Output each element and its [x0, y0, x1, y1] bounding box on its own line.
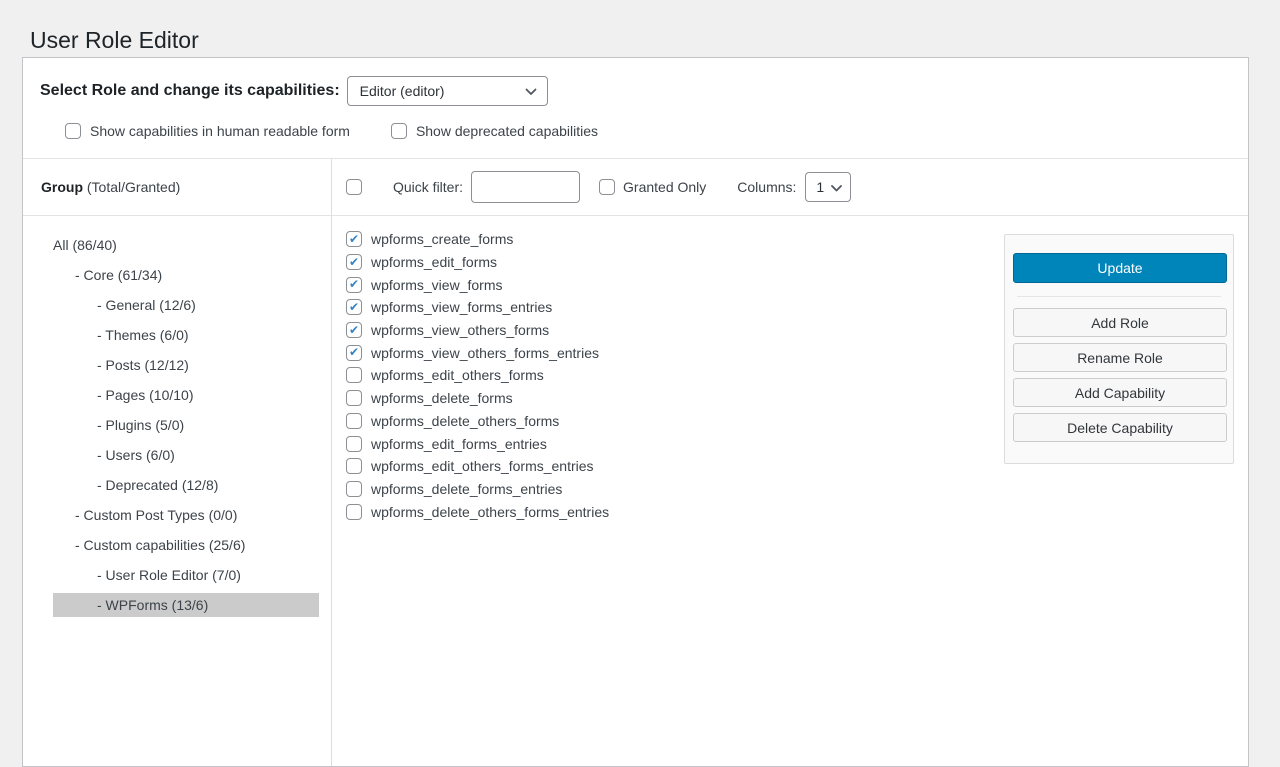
columns-label: Columns:	[737, 179, 796, 195]
select-all-checkbox[interactable]	[346, 179, 362, 195]
capability-label: wpforms_view_others_forms	[371, 322, 549, 338]
update-button[interactable]: Update	[1013, 253, 1227, 283]
quick-filter-input[interactable]	[471, 171, 580, 203]
group-item[interactable]: - Pages (10/10)	[23, 380, 331, 410]
capability-checkbox[interactable]	[346, 390, 362, 406]
group-item[interactable]: - Posts (12/12)	[23, 350, 331, 380]
page-title: User Role Editor	[30, 26, 199, 56]
capability-row: wpforms_delete_others_forms_entries	[346, 500, 1248, 523]
group-item[interactable]: - WPForms (13/6)	[53, 593, 319, 617]
capability-label: wpforms_create_forms	[371, 231, 513, 247]
group-item[interactable]: - Custom Post Types (0/0)	[23, 500, 331, 530]
human-readable-checkbox[interactable]	[65, 123, 81, 139]
capability-label: wpforms_delete_forms	[371, 390, 513, 406]
add-capability-button[interactable]: Add Capability	[1013, 378, 1227, 407]
group-item[interactable]: - Themes (6/0)	[23, 320, 331, 350]
capability-label: wpforms_edit_forms_entries	[371, 436, 547, 452]
header-row: Group (Total/Granted) Quick filter: Gran…	[23, 159, 1248, 216]
group-item[interactable]: All (86/40)	[23, 230, 331, 260]
chevron-down-icon	[525, 83, 537, 99]
capability-label: wpforms_view_others_forms_entries	[371, 345, 599, 361]
columns-select[interactable]: 1	[805, 172, 851, 202]
group-item[interactable]: - General (12/6)	[23, 290, 331, 320]
human-readable-label: Show capabilities in human readable form	[90, 123, 350, 139]
rename-role-button[interactable]: Rename Role	[1013, 343, 1227, 372]
capability-checkbox[interactable]	[346, 322, 362, 338]
capability-label: wpforms_delete_others_forms	[371, 413, 559, 429]
capability-checkbox[interactable]	[346, 277, 362, 293]
capability-label: wpforms_edit_others_forms_entries	[371, 458, 594, 474]
actions-divider	[1017, 296, 1221, 297]
capability-checkbox[interactable]	[346, 458, 362, 474]
delete-capability-button[interactable]: Delete Capability	[1013, 413, 1227, 442]
capability-checkbox[interactable]	[346, 413, 362, 429]
user-role-editor-panel: Select Role and change its capabilities:…	[22, 57, 1249, 767]
group-item[interactable]: - Deprecated (12/8)	[23, 470, 331, 500]
capability-checkbox[interactable]	[346, 231, 362, 247]
capability-label: wpforms_edit_forms	[371, 254, 497, 270]
capability-checkbox[interactable]	[346, 345, 362, 361]
group-header: Group (Total/Granted)	[23, 159, 332, 215]
chevron-down-icon	[831, 179, 842, 195]
capability-label: wpforms_delete_others_forms_entries	[371, 504, 609, 520]
capability-label: wpforms_delete_forms_entries	[371, 481, 562, 497]
group-item[interactable]: - User Role Editor (7/0)	[23, 560, 331, 590]
filter-bar: Quick filter: Granted Only Columns: 1	[332, 159, 1248, 215]
capability-checkbox[interactable]	[346, 367, 362, 383]
show-deprecated-checkbox[interactable]	[391, 123, 407, 139]
group-header-title: Group	[41, 179, 83, 195]
capability-label: wpforms_view_forms	[371, 277, 502, 293]
capability-label: wpforms_view_forms_entries	[371, 299, 552, 315]
role-select[interactable]: Editor (editor)	[347, 76, 548, 106]
add-role-button[interactable]: Add Role	[1013, 308, 1227, 337]
show-deprecated-label: Show deprecated capabilities	[416, 123, 598, 139]
group-item[interactable]: - Core (61/34)	[23, 260, 331, 290]
group-item[interactable]: - Plugins (5/0)	[23, 410, 331, 440]
role-select-value: Editor (editor)	[360, 83, 445, 99]
capability-checkbox[interactable]	[346, 436, 362, 452]
role-selector-row: Select Role and change its capabilities:…	[23, 58, 1248, 106]
capability-checkbox[interactable]	[346, 504, 362, 520]
capability-row: wpforms_delete_forms_entries	[346, 478, 1248, 501]
group-header-suffix: (Total/Granted)	[83, 179, 180, 195]
capability-checkbox[interactable]	[346, 254, 362, 270]
granted-only-label: Granted Only	[623, 179, 706, 195]
capability-label: wpforms_edit_others_forms	[371, 367, 544, 383]
capability-checkbox[interactable]	[346, 299, 362, 315]
options-row: Show capabilities in human readable form…	[65, 123, 1248, 139]
quick-filter-label: Quick filter:	[393, 179, 463, 195]
group-item[interactable]: - Custom capabilities (25/6)	[23, 530, 331, 560]
groups-tree: All (86/40)- Core (61/34)- General (12/6…	[23, 216, 332, 766]
role-selector-label: Select Role and change its capabilities:	[40, 82, 340, 100]
capability-checkbox[interactable]	[346, 481, 362, 497]
granted-only-checkbox[interactable]	[599, 179, 615, 195]
actions-box: Update Add Role Rename Role Add Capabili…	[1004, 234, 1234, 464]
columns-select-value: 1	[816, 179, 824, 195]
group-item[interactable]: - Users (6/0)	[23, 440, 331, 470]
